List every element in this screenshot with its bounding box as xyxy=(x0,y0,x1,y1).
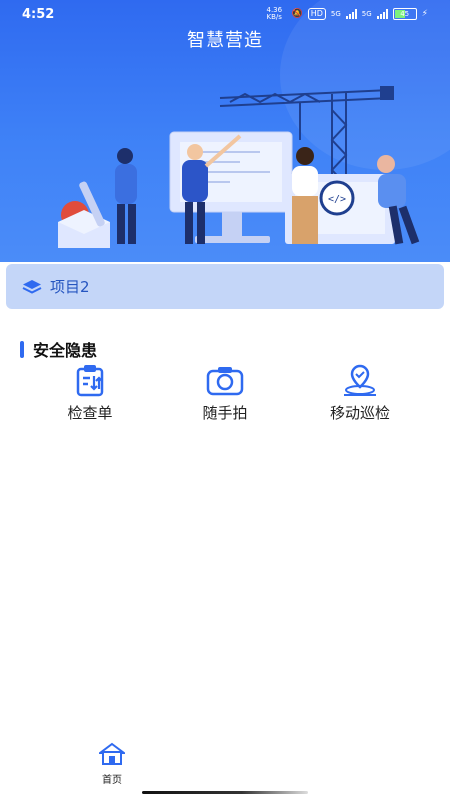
section-accent-bar xyxy=(20,340,24,358)
hero-banner: 4:52 4.36 KB/s 🔕 HD 5G 5G 45 ⚡ 智慧营造 </> xyxy=(0,0,450,262)
project-name: 项目2 xyxy=(50,278,90,296)
snapshot-button[interactable]: 随手拍 xyxy=(170,362,280,423)
mobile-patrol-label: 移动巡检 xyxy=(329,404,390,422)
checklist-button[interactable]: 检查单 xyxy=(35,362,145,423)
tab-home[interactable]: 首页 xyxy=(92,742,132,786)
battery-level: 45 xyxy=(400,10,410,18)
layers-icon xyxy=(22,279,42,294)
status-time: 4:52 xyxy=(22,7,55,22)
construction-illustration: </> xyxy=(58,86,420,248)
tab-home-label: 首页 xyxy=(102,775,122,786)
page-title: 智慧营造 xyxy=(187,30,263,51)
net-speed: 4.36 KB/s xyxy=(266,6,283,21)
signal-icon xyxy=(345,9,357,19)
svg-text:</>: </> xyxy=(328,194,346,205)
mobile-patrol-button[interactable]: 移动巡检 xyxy=(305,362,415,423)
section-header: 安全隐患 xyxy=(20,337,97,361)
signal-5g-label-2: 5G xyxy=(361,10,372,18)
checklist-label: 检查单 xyxy=(67,404,113,422)
location-patrol-icon xyxy=(344,364,376,396)
status-icons: 4.36 KB/s 🔕 HD 5G 5G 45 ⚡ xyxy=(266,7,428,21)
camera-icon xyxy=(206,367,244,396)
project-selector[interactable]: 项目2 xyxy=(6,264,444,309)
bottom-tab-bar: 首页 xyxy=(0,742,450,790)
hd-badge: HD xyxy=(307,8,326,20)
snapshot-label: 随手拍 xyxy=(202,404,248,422)
home-indicator xyxy=(142,791,308,794)
battery-icon: 45 xyxy=(392,8,417,20)
section-title: 安全隐患 xyxy=(33,341,98,360)
charging-icon: ⚡ xyxy=(421,9,428,19)
checklist-icon xyxy=(76,365,104,397)
signal-icon-2 xyxy=(376,9,388,19)
signal-5g-label: 5G xyxy=(330,10,341,18)
mute-icon: 🔕 xyxy=(291,9,303,19)
safety-actions: 检查单 随手拍 移动巡检 xyxy=(0,362,450,432)
home-icon xyxy=(97,742,127,765)
